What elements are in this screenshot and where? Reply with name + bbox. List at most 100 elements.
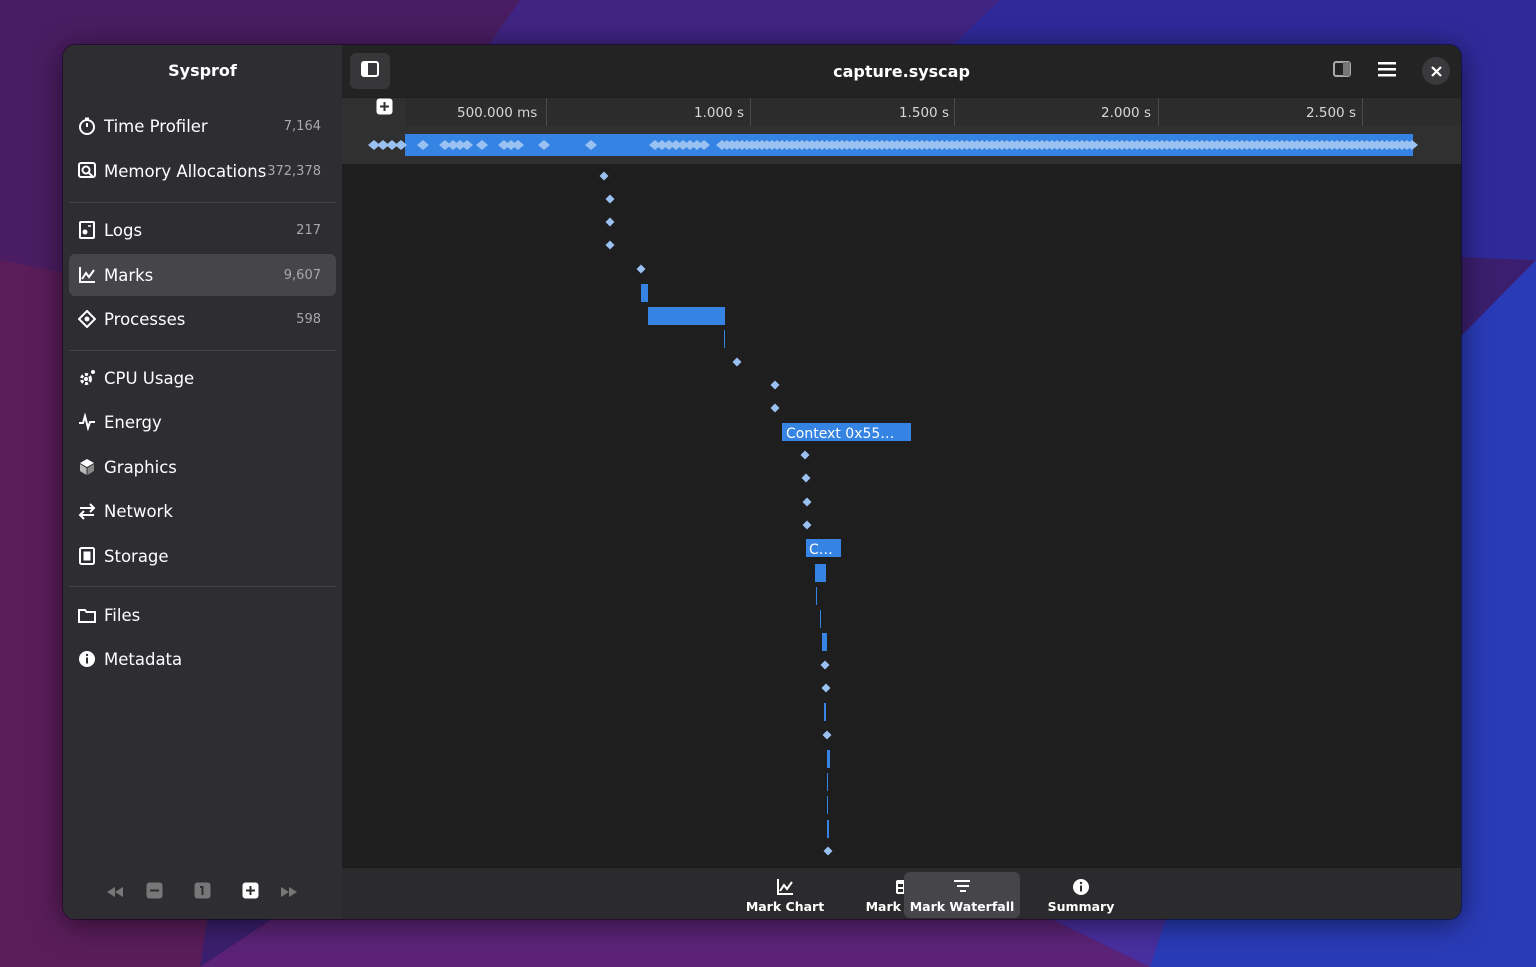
sidebar-item-files[interactable]: Files [69, 594, 336, 636]
sidebar-item-label: Graphics [104, 457, 177, 477]
ruler-tick-label: 1.500 s [899, 105, 949, 121]
view-summary-button[interactable]: Summary [1023, 872, 1139, 918]
overview-mark [512, 140, 524, 150]
waterfall-bar-mark[interactable] [822, 633, 827, 651]
sidebar-item-energy[interactable]: Energy [69, 401, 336, 443]
timeline-ruler-area[interactable]: 500.000 ms 1.000 s 1.500 s 2.000 s 2.500… [342, 98, 1461, 164]
zoom-out-button[interactable] [144, 882, 164, 902]
time-ruler: 500.000 ms 1.000 s 1.500 s 2.000 s 2.500… [405, 98, 1461, 126]
sidebar-item-count: 9,607 [283, 267, 321, 283]
ruler-tick-label: 2.000 s [1101, 105, 1151, 121]
waterfall-point-mark[interactable] [802, 497, 812, 507]
waterfall-point-mark[interactable] [822, 730, 832, 740]
waterfall-bar-mark[interactable] [827, 773, 828, 791]
view-label: Mark Chart [745, 898, 825, 914]
waterfall-bar-mark[interactable] [827, 796, 828, 814]
overview-mark [585, 140, 597, 150]
waterfall-point-mark[interactable] [605, 217, 615, 227]
waterfall-point-mark[interactable] [800, 450, 810, 460]
waterfall-point-mark[interactable] [636, 264, 646, 274]
zoom-controls [63, 879, 342, 907]
sidebar-item-label: Marks [104, 265, 154, 285]
sidebar-item-logs[interactable]: Logs 217 [69, 209, 336, 251]
sidebar-item-network[interactable]: Network [69, 490, 336, 532]
seek-backward-button[interactable] [105, 882, 125, 902]
graphics-cube-icon [78, 458, 96, 476]
waterfall-bar-mark[interactable] [641, 284, 648, 302]
folder-icon [78, 606, 96, 624]
waterfall-point-mark[interactable] [605, 240, 615, 250]
sidebar-item-label: Network [104, 501, 173, 521]
view-switcher-bar: Mark Chart Mark Table Mark Waterfall Sum… [342, 867, 1461, 919]
plus-box-icon [376, 98, 393, 119]
sidebar-item-processes[interactable]: Processes 598 [69, 298, 336, 340]
sidebar-item-label: CPU Usage [104, 368, 195, 388]
app-window: Sysprof Time Profiler 7,164 Memory Alloc… [63, 45, 1461, 919]
sidebar-item-memory-allocations[interactable]: Memory Allocations 372,378 [69, 150, 336, 192]
expand-row-button[interactable] [376, 98, 393, 115]
zoom-in-button[interactable] [240, 882, 260, 902]
sidebar-item-marks[interactable]: Marks 9,607 [69, 254, 336, 296]
toggle-details-button[interactable] [1322, 53, 1362, 89]
view-label: Summary [1047, 898, 1115, 914]
waterfall-point-mark[interactable] [732, 357, 742, 367]
close-window-button[interactable] [1422, 57, 1450, 85]
hamburger-menu-icon [1378, 61, 1396, 81]
sidebar-item-graphics[interactable]: Graphics [69, 446, 336, 488]
sidebar-item-count: 598 [296, 311, 321, 327]
waterfall-bar-mark[interactable] [827, 750, 830, 768]
overview-mark [417, 140, 429, 150]
seek-forward-button[interactable] [279, 882, 299, 902]
ruler-tick-label: 1.000 s [694, 105, 744, 121]
sidebar-title: Sysprof [168, 61, 237, 80]
waterfall-bar-mark[interactable] [648, 307, 725, 325]
sidebar-item-metadata[interactable]: Metadata [69, 638, 336, 680]
overview-mark [476, 140, 488, 150]
sidebar-item-storage[interactable]: Storage [69, 535, 336, 577]
waterfall-marks [599, 171, 833, 856]
waterfall-point-mark[interactable] [820, 660, 830, 670]
zoom-one-button[interactable] [192, 882, 212, 902]
ruler-tick-label: 500.000 ms [457, 105, 538, 121]
sidebar-item-label: Logs [104, 220, 143, 240]
view-mark-waterfall-button[interactable]: Mark Waterfall [904, 872, 1020, 918]
waterfall-bar-mark[interactable] [815, 564, 826, 582]
sidebar-item-count: 372,378 [267, 163, 321, 179]
waterfall-point-mark[interactable] [823, 846, 833, 856]
waterfall-point-mark[interactable] [801, 473, 811, 483]
sidebar-item-time-profiler[interactable]: Time Profiler 7,164 [69, 105, 336, 147]
waterfall-bar-mark[interactable] [824, 703, 826, 721]
waterfall-point-mark[interactable] [599, 171, 609, 181]
waterfall-bar-mark[interactable] [816, 587, 817, 605]
sidebar-divider [69, 202, 336, 203]
window-title: capture.syscap [833, 62, 970, 81]
summary-info-icon [1072, 877, 1090, 897]
main-menu-button[interactable] [1367, 53, 1407, 89]
waterfall-point-mark[interactable] [802, 520, 812, 530]
seek-backward-icon [106, 883, 124, 902]
waterfall-bar-mark[interactable] [820, 610, 821, 628]
sidebar-item-count: 7,164 [283, 118, 321, 134]
seek-forward-icon [280, 883, 298, 902]
mark-waterfall-icon [953, 877, 971, 897]
waterfall-point-mark[interactable] [605, 194, 615, 204]
zoom-in-icon [242, 882, 259, 903]
sidebar-item-cpu-usage[interactable]: CPU Usage [69, 357, 336, 399]
sidebar-divider [69, 350, 336, 351]
overview-mark [461, 140, 473, 150]
header-bar: capture.syscap [342, 45, 1461, 97]
waterfall-bar-mark[interactable] [724, 330, 725, 348]
waterfall-point-mark[interactable] [821, 683, 831, 693]
view-mark-chart-button[interactable]: Mark Chart [727, 872, 843, 918]
memory-search-icon [78, 162, 96, 180]
cpu-gear-icon [78, 369, 96, 387]
waterfall-point-mark[interactable] [770, 380, 780, 390]
sidebar-item-label: Memory Allocations [104, 161, 267, 181]
timer-icon [78, 117, 96, 135]
sidebar: Sysprof Time Profiler 7,164 Memory Alloc… [63, 45, 342, 919]
ruler-tick [954, 98, 955, 126]
waterfall-point-mark[interactable] [770, 403, 780, 413]
waterfall-bar-mark[interactable] [827, 820, 829, 838]
mark-chart-icon [776, 877, 794, 897]
mark-waterfall-chart[interactable]: Context 0x55… C… [342, 164, 1461, 867]
